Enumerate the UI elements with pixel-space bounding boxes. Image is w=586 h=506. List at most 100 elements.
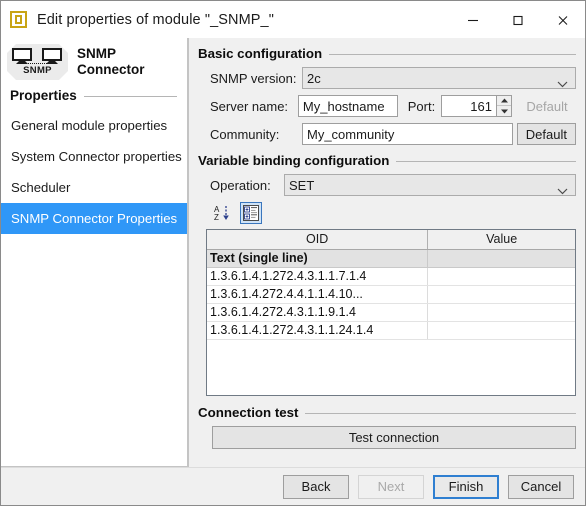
- table-row[interactable]: 1.3.6.1.4.1.272.4.3.1.1.24.1.4: [207, 321, 575, 340]
- cell-value[interactable]: [427, 267, 575, 286]
- next-label: Next: [377, 479, 405, 494]
- table-row[interactable]: 1.3.6.1.4.1.272.4.3.1.1.7.1.4: [207, 267, 575, 286]
- community-value: My_community: [307, 126, 395, 142]
- snmp-version-label: SNMP version:: [210, 70, 297, 86]
- divider: [396, 161, 576, 162]
- divider: [329, 54, 576, 55]
- properties-sidebar: SNMP SNMP Connector Properties General m…: [1, 38, 188, 467]
- snmp-version-select[interactable]: 2c: [302, 67, 576, 89]
- port-label: Port:: [407, 98, 436, 114]
- cell-value[interactable]: [427, 303, 575, 322]
- port-value[interactable]: 161: [442, 96, 496, 116]
- module-properties-icon: [10, 11, 27, 28]
- port-spin-buttons[interactable]: [496, 96, 511, 116]
- spin-up-icon[interactable]: [497, 96, 511, 106]
- variable-binding-label: Variable binding configuration: [198, 153, 390, 168]
- operation-row: Operation: SET: [198, 174, 576, 196]
- oid-table: OID Value Text (single line) 1.3.6.1.4.1…: [207, 230, 575, 340]
- sidebar-item-system-connector-properties[interactable]: System Connector properties: [1, 141, 187, 172]
- community-label: Community:: [210, 126, 280, 142]
- server-name-row: Server name: My_hostname Port: 161 Defau…: [198, 95, 576, 117]
- cell-value[interactable]: [427, 285, 575, 304]
- sort-alphabetically-icon[interactable]: A Z: [212, 202, 234, 224]
- window-controls: [450, 1, 585, 38]
- cancel-label: Cancel: [520, 479, 562, 494]
- community-default-label: Default: [525, 126, 567, 142]
- operation-select[interactable]: SET: [284, 174, 576, 196]
- sidebar-item-label: General module properties: [11, 118, 168, 133]
- titlebar: Edit properties of module "_SNMP_": [1, 1, 585, 38]
- community-row: Community: My_community Default: [198, 123, 576, 145]
- back-button[interactable]: Back: [283, 474, 349, 499]
- divider: [305, 413, 576, 414]
- sidebar-item-snmp-connector-properties[interactable]: SNMP Connector Properties: [1, 203, 187, 234]
- oid-table-container[interactable]: OID Value Text (single line) 1.3.6.1.4.1…: [206, 229, 576, 396]
- next-button[interactable]: Next: [358, 474, 424, 499]
- connection-test-label: Connection test: [198, 405, 299, 420]
- snmp-connector-icon: SNMP: [7, 44, 68, 80]
- spin-down-icon[interactable]: [497, 106, 511, 116]
- cell-oid[interactable]: 1.3.6.1.4.272.4.3.1.1.9.1.4: [207, 303, 429, 322]
- chevron-down-icon: [557, 183, 568, 198]
- maximize-button[interactable]: [495, 1, 540, 38]
- sidebar-item-general-module-properties[interactable]: General module properties: [1, 110, 187, 141]
- minimize-button[interactable]: [450, 1, 495, 38]
- sidebar-item-label: System Connector properties: [11, 149, 182, 164]
- cancel-button[interactable]: Cancel: [508, 474, 574, 499]
- connector-header: SNMP SNMP Connector: [1, 38, 187, 84]
- connector-title-line1: SNMP: [77, 46, 117, 62]
- sidebar-item-scheduler[interactable]: Scheduler: [1, 172, 187, 203]
- chevron-down-icon: [557, 76, 568, 91]
- svg-text:Z: Z: [214, 213, 219, 222]
- variable-binding-header: Variable binding configuration: [198, 153, 576, 168]
- snmp-version-value: 2c: [307, 70, 321, 86]
- properties-panel: Basic configuration SNMP version: 2c Ser…: [188, 38, 585, 467]
- dialog-body: SNMP SNMP Connector Properties General m…: [1, 38, 585, 467]
- dialog-window: Edit properties of module "_SNMP_" SNMP …: [0, 0, 586, 506]
- snmp-icon-label: SNMP: [23, 65, 52, 76]
- basic-configuration-label: Basic configuration: [198, 46, 323, 61]
- table-row[interactable]: 1.3.6.1.4.272.4.4.1.1.4.10...: [207, 285, 575, 304]
- community-default-button[interactable]: Default: [516, 123, 576, 145]
- basic-configuration-header: Basic configuration: [198, 46, 576, 61]
- column-header-oid[interactable]: OID: [207, 230, 429, 250]
- operation-value: SET: [289, 177, 315, 193]
- dialog-footer: Back Next Finish Cancel: [1, 467, 585, 505]
- port-default-label: Default: [526, 98, 568, 114]
- server-name-input[interactable]: My_hostname: [297, 95, 398, 117]
- close-button[interactable]: [540, 1, 585, 38]
- test-connection-button[interactable]: Test connection: [212, 426, 576, 449]
- column-header-value[interactable]: Value: [427, 230, 575, 250]
- port-default-button[interactable]: Default: [518, 95, 576, 117]
- categorized-view-icon[interactable]: [240, 202, 262, 224]
- connector-title-line2: Connector: [77, 62, 145, 77]
- window-title: Edit properties of module "_SNMP_": [37, 11, 274, 28]
- table-header-row: OID Value: [207, 230, 575, 250]
- sidebar-item-label: Scheduler: [11, 180, 71, 195]
- cell-oid[interactable]: 1.3.6.1.4.272.4.4.1.1.4.10...: [207, 285, 429, 304]
- table-group-label: Text (single line): [207, 249, 429, 268]
- cell-oid[interactable]: 1.3.6.1.4.1.272.4.3.1.1.24.1.4: [207, 321, 429, 340]
- cell-value[interactable]: [427, 321, 575, 340]
- community-input[interactable]: My_community: [302, 123, 513, 145]
- divider: [83, 96, 177, 97]
- cell-oid[interactable]: 1.3.6.1.4.1.272.4.3.1.1.7.1.4: [207, 267, 429, 286]
- sidebar-nav: General module properties System Connect…: [1, 110, 187, 234]
- variable-binding-toolbar: A Z: [198, 202, 576, 224]
- sidebar-section-header: Properties: [1, 84, 187, 103]
- test-connection-label: Test connection: [348, 430, 440, 445]
- snmp-version-row: SNMP version: 2c: [198, 67, 576, 89]
- operation-label: Operation:: [210, 177, 271, 193]
- sidebar-item-label: SNMP Connector Properties: [11, 211, 178, 226]
- server-name-label: Server name:: [210, 98, 289, 114]
- back-label: Back: [301, 479, 331, 494]
- table-group-row[interactable]: Text (single line): [207, 249, 575, 268]
- finish-button[interactable]: Finish: [433, 474, 499, 499]
- sidebar-section-label: Properties: [10, 88, 77, 103]
- table-row[interactable]: 1.3.6.1.4.272.4.3.1.1.9.1.4: [207, 303, 575, 322]
- connector-title: SNMP Connector: [77, 46, 145, 78]
- connection-test-header: Connection test: [198, 405, 576, 420]
- port-stepper[interactable]: 161: [441, 95, 512, 117]
- table-group-value: [427, 249, 575, 268]
- server-name-value: My_hostname: [302, 98, 385, 114]
